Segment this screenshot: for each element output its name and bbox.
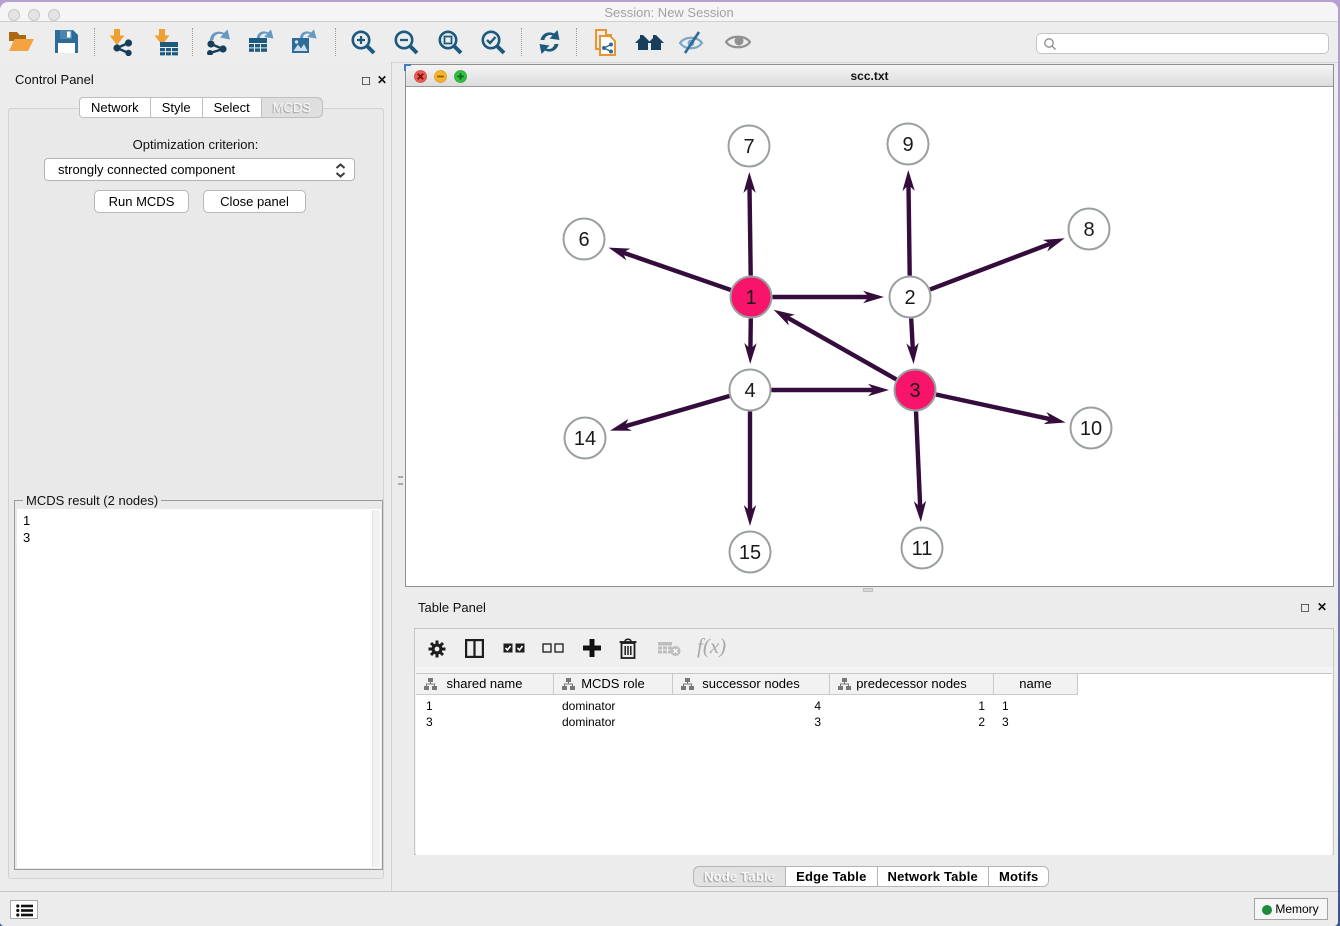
svg-text:8: 8 bbox=[1083, 219, 1094, 241]
svg-text:11: 11 bbox=[912, 538, 933, 560]
svg-text:14: 14 bbox=[574, 428, 596, 450]
svg-text:1: 1 bbox=[745, 287, 756, 309]
svg-text:4: 4 bbox=[744, 380, 755, 402]
svg-text:15: 15 bbox=[739, 542, 761, 564]
svg-text:3: 3 bbox=[909, 380, 920, 402]
svg-text:10: 10 bbox=[1080, 418, 1102, 440]
svg-text:7: 7 bbox=[743, 136, 754, 158]
svg-text:2: 2 bbox=[904, 287, 915, 309]
svg-text:9: 9 bbox=[902, 134, 913, 156]
svg-text:6: 6 bbox=[578, 229, 589, 251]
